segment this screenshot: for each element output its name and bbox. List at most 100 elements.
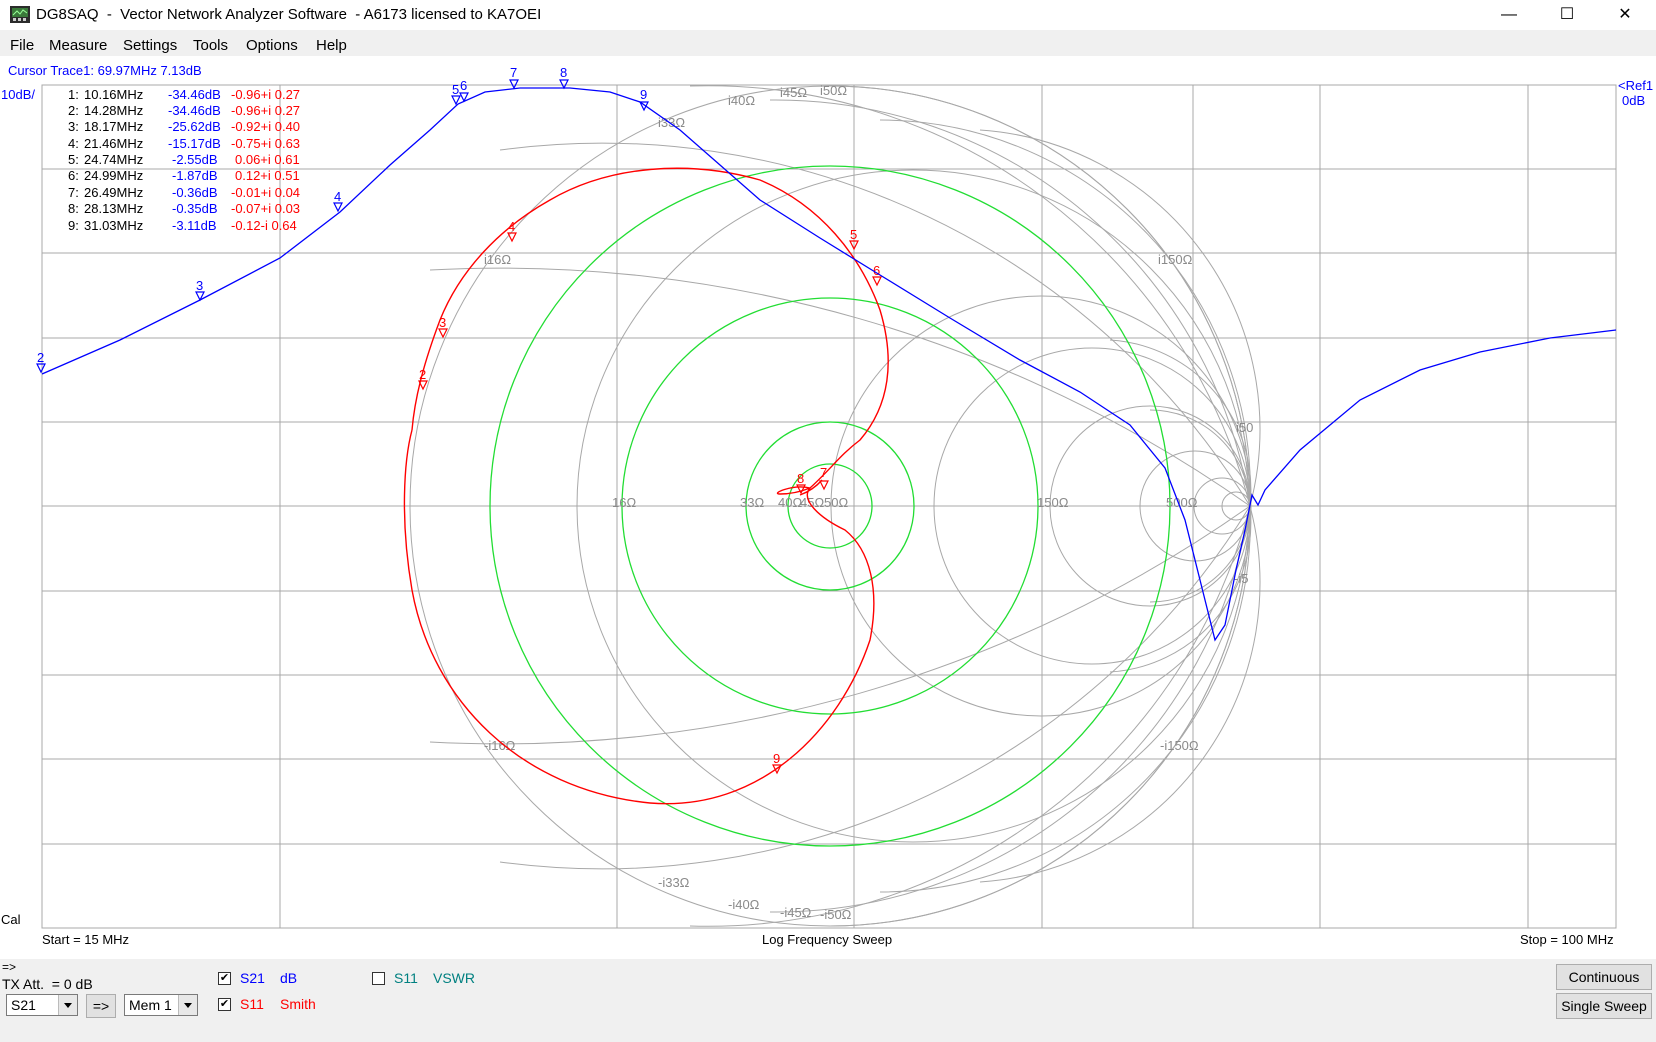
marker-table: 1: 10.16MHz -34.46dB -0.96+i 0.27 2: 14.…	[68, 87, 300, 233]
smith-label: 16Ω	[612, 495, 636, 510]
svg-text:9:: 9:	[68, 218, 79, 233]
tx-attenuation-label: TX Att. = 0 dB	[2, 976, 93, 992]
svg-text:-0.01+i 0.04: -0.01+i 0.04	[231, 185, 300, 200]
trace3-param[interactable]: S11	[394, 970, 418, 986]
svg-text:-0.96+i 0.27: -0.96+i 0.27	[231, 87, 300, 102]
start-frequency-label: Start = 15 MHz	[42, 932, 129, 947]
svg-text:6:: 6:	[68, 168, 79, 183]
s21-marker-label: 4	[334, 189, 341, 204]
smith-label: 40Ω	[778, 495, 802, 510]
single-sweep-button[interactable]: Single Sweep	[1556, 993, 1652, 1019]
trace2-param[interactable]: S11	[240, 996, 264, 1012]
smith-label: -i150Ω	[1160, 738, 1199, 753]
s21-marker-label: 2	[37, 350, 44, 365]
svg-text:-34.46dB: -34.46dB	[168, 87, 221, 102]
menu-help[interactable]: Help	[316, 37, 347, 54]
trace2-format[interactable]: Smith	[280, 996, 316, 1012]
stop-frequency-label: Stop = 100 MHz	[1520, 932, 1614, 947]
svg-text:24.99MHz: 24.99MHz	[84, 168, 143, 183]
parameter-select[interactable]: S21	[6, 994, 78, 1016]
window-title: DG8SAQ - Vector Network Analyzer Softwar…	[36, 6, 542, 23]
smith-label: i40Ω	[728, 93, 755, 108]
svg-text:5:: 5:	[68, 152, 79, 167]
menu-file[interactable]: File	[10, 37, 34, 54]
s21-marker-label: 9	[640, 87, 647, 102]
memory-select[interactable]: Mem 1	[124, 994, 198, 1016]
trace1-checkbox[interactable]: ✔	[218, 972, 231, 985]
smith-label: i50Ω	[820, 83, 847, 98]
smith-label: -i50Ω	[820, 907, 852, 922]
copy-to-memory-button[interactable]: =>	[86, 994, 116, 1018]
s21-marker-label: 5	[452, 82, 459, 97]
svg-text:-34.46dB: -34.46dB	[168, 103, 221, 118]
smith-label: -i45Ω	[780, 905, 812, 920]
smith-label: i150Ω	[1158, 252, 1193, 267]
s21-marker-label: 8	[560, 65, 567, 80]
smith-label: 33Ω	[740, 495, 764, 510]
smith-label: 45Ω	[800, 495, 824, 510]
close-button[interactable]: ✕	[1596, 0, 1654, 30]
s21-marker-label: 6	[460, 78, 467, 93]
app-icon	[10, 6, 30, 23]
smith-label: i16Ω	[484, 252, 511, 267]
cursor-readout: Cursor Trace1: 69.97MHz 7.13dB	[8, 63, 202, 78]
chevron-down-icon[interactable]	[178, 995, 197, 1015]
svg-text:1:: 1:	[68, 87, 79, 102]
svg-text:14.28MHz: 14.28MHz	[84, 103, 143, 118]
trace3-checkbox[interactable]	[372, 972, 385, 985]
svg-text:-2.55dB: -2.55dB	[172, 152, 218, 167]
smith-label: -i5	[1234, 571, 1248, 586]
title-bar: DG8SAQ - Vector Network Analyzer Softwar…	[0, 0, 1656, 30]
smith-label: 50Ω	[824, 495, 848, 510]
menu-settings[interactable]: Settings	[123, 37, 177, 54]
svg-text:24.74MHz: 24.74MHz	[84, 152, 143, 167]
s11-marker-label: 4	[508, 219, 515, 234]
svg-text:7:: 7:	[68, 185, 79, 200]
menu-tools[interactable]: Tools	[193, 37, 228, 54]
ref-value-label: 0dB	[1622, 93, 1645, 108]
svg-text:-25.62dB: -25.62dB	[168, 119, 221, 134]
scale-label: 10dB/	[1, 87, 35, 102]
marker-row: 4: 21.46MHz -15.17dB -0.75+i 0.63	[68, 136, 300, 151]
ref-label: <Ref1	[1618, 78, 1653, 93]
svg-text:-0.07+i 0.03: -0.07+i 0.03	[231, 201, 300, 216]
svg-text:-0.96+i 0.27: -0.96+i 0.27	[231, 103, 300, 118]
svg-text:-0.35dB: -0.35dB	[172, 201, 218, 216]
chevron-down-icon[interactable]	[58, 995, 77, 1015]
marker-row: 7: 26.49MHz -0.36dB -0.01+i 0.04	[68, 185, 300, 200]
smith-label: i50	[1236, 420, 1253, 435]
menu-measure[interactable]: Measure	[49, 37, 107, 54]
trace1-param[interactable]: S21	[240, 970, 265, 986]
s21-marker-label: 7	[510, 65, 517, 80]
smith-label: 500Ω	[1166, 495, 1198, 510]
svg-text:-15.17dB: -15.17dB	[168, 136, 221, 151]
s11-marker-label: 9	[773, 751, 780, 766]
svg-text:-0.12-i 0.64: -0.12-i 0.64	[231, 218, 297, 233]
plot-area[interactable]: i40Ω i45Ω i50Ω i33Ω i16Ω i150Ω i50 16Ω 3…	[0, 56, 1656, 959]
minimize-button[interactable]: —	[1480, 0, 1538, 30]
svg-text:-0.75+i 0.63: -0.75+i 0.63	[231, 136, 300, 151]
svg-text:21.46MHz: 21.46MHz	[84, 136, 143, 151]
s11-smith-trace	[403, 167, 889, 805]
svg-text:31.03MHz: 31.03MHz	[84, 218, 143, 233]
marker-row: 6: 24.99MHz -1.87dB 0.12+i 0.51	[68, 168, 300, 183]
smith-label: -i33Ω	[658, 875, 690, 890]
marker-row: 2: 14.28MHz -34.46dB -0.96+i 0.27	[68, 103, 300, 118]
menu-options[interactable]: Options	[246, 37, 298, 54]
svg-text:0.06+i 0.61: 0.06+i 0.61	[235, 152, 300, 167]
smith-label: -i40Ω	[728, 897, 760, 912]
svg-text:8:: 8:	[68, 201, 79, 216]
svg-text:18.17MHz: 18.17MHz	[84, 119, 143, 134]
s21-marker-label: 3	[196, 278, 203, 293]
s11-marker-label: 7	[820, 465, 827, 480]
svg-text:2:: 2:	[68, 103, 79, 118]
maximize-button[interactable]: ☐	[1538, 0, 1596, 30]
svg-text:-0.36dB: -0.36dB	[172, 185, 218, 200]
trace3-format[interactable]: VSWR	[433, 970, 475, 986]
smith-label: i45Ω	[780, 85, 807, 100]
svg-text:-3.11dB: -3.11dB	[172, 218, 217, 233]
continuous-button[interactable]: Continuous	[1556, 964, 1652, 990]
trace1-format[interactable]: dB	[280, 970, 297, 986]
trace2-checkbox[interactable]: ✔	[218, 998, 231, 1011]
svg-text:-1.87dB: -1.87dB	[172, 168, 218, 183]
